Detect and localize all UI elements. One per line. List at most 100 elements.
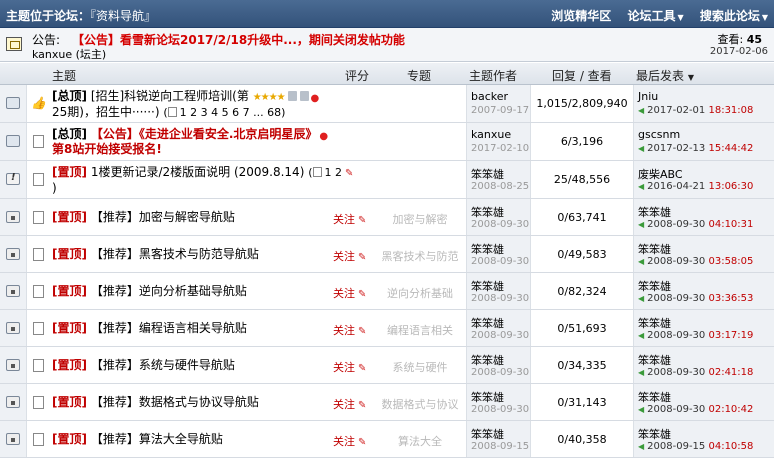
thread-status-cell: [0, 421, 27, 457]
thread-prefix: [总顶]: [52, 127, 87, 141]
thread-title-link[interactable]: 【公告】《走进企业看安全.北京启明星辰》: [91, 127, 318, 141]
last-post-user[interactable]: gscsnm: [638, 128, 680, 141]
thread-pages[interactable]: 1 2: [325, 166, 343, 179]
pin-icon: ✎: [358, 215, 367, 226]
goto-last-post-icon[interactable]: ◀: [638, 220, 644, 229]
follow-link[interactable]: 关注 ✎: [333, 248, 366, 264]
thread-author-cell: backer 2007-09-17: [466, 85, 531, 122]
thread-author[interactable]: 笨笨雄: [471, 389, 504, 405]
goto-last-post-icon[interactable]: ◀: [638, 106, 644, 115]
thread-author[interactable]: 笨笨雄: [471, 352, 504, 368]
last-post-user[interactable]: Jniu: [638, 90, 658, 103]
last-post-user[interactable]: 笨笨雄: [638, 278, 671, 294]
last-post-date: 2016-04-21: [647, 181, 706, 192]
goto-last-post-icon[interactable]: ◀: [638, 331, 644, 340]
follow-link[interactable]: 关注 ✎: [333, 285, 366, 301]
thread-title-link-cont[interactable]: ): [52, 181, 57, 195]
last-post-time: ◀ 2008-09-30 02:41:18: [638, 367, 753, 378]
locked-thread-icon: [6, 248, 20, 260]
goto-last-post-icon[interactable]: ◀: [638, 368, 644, 377]
last-post-user[interactable]: 笨笨雄: [638, 352, 671, 368]
thread-title-link[interactable]: 1楼更新记录/2楼版面说明 (2009.8.14): [91, 165, 305, 179]
thread-author-date: 2007-09-17: [471, 105, 530, 116]
thread-title-link[interactable]: 【推荐】加密与解密导航贴: [91, 210, 235, 224]
goto-last-post-icon[interactable]: ◀: [638, 442, 644, 451]
hot-icon: ●: [319, 131, 329, 142]
last-post-clock: 18:31:08: [708, 105, 754, 116]
last-post-user[interactable]: 笨笨雄: [638, 315, 671, 331]
last-post-user[interactable]: 笨笨雄: [638, 241, 671, 257]
thread-special[interactable]: 数据格式与协议: [374, 396, 466, 412]
thread-author-cell: 笨笨雄 2008-09-30: [466, 199, 531, 235]
thread-stats: 0/31,143: [557, 396, 607, 409]
thread-title-link[interactable]: 【推荐】黑客技术与防范导航贴: [91, 247, 259, 261]
search-forum-menu[interactable]: 搜索此论坛 ▼: [694, 9, 768, 23]
thread-title-link[interactable]: 【推荐】系统与硬件导航贴: [91, 358, 235, 372]
last-post-user[interactable]: 废柴ABC: [638, 166, 683, 182]
follow-label: 关注: [333, 213, 355, 226]
goto-last-post-icon[interactable]: ◀: [638, 144, 644, 153]
thread-pager: (1 2 3 4 5 6 7 ... 68): [163, 106, 286, 119]
col-stats[interactable]: 回复 / 查看: [552, 67, 612, 84]
thread-author[interactable]: 笨笨雄: [471, 315, 504, 331]
thread-mood-cell: [28, 199, 49, 235]
thread-author[interactable]: backer: [471, 90, 508, 103]
thread-title-link[interactable]: 【推荐】编程语言相关导航贴: [91, 321, 247, 335]
thread-author[interactable]: 笨笨雄: [471, 166, 504, 182]
follow-link[interactable]: 关注 ✎: [333, 322, 366, 338]
thread-title-link-cont[interactable]: 25期)，招生中······): [52, 105, 160, 119]
goto-last-post-icon[interactable]: ◀: [638, 182, 644, 191]
thread-title-link[interactable]: 【推荐】算法大全导航贴: [91, 432, 223, 446]
last-post-time: ◀ 2008-09-30 03:36:53: [638, 293, 753, 304]
announcement-row: 公告: 【公告】看雪新论坛2017/2/18升级中...，期间关闭发帖功能 ka…: [0, 28, 774, 62]
col-last-post[interactable]: 最后发表 ▼: [636, 67, 694, 84]
last-post-user[interactable]: 笨笨雄: [638, 204, 671, 220]
thread-status-cell: [0, 85, 27, 122]
last-post-user[interactable]: 笨笨雄: [638, 389, 671, 405]
thread-stats: 0/34,335: [557, 359, 607, 372]
last-post-time: ◀ 2017-02-01 18:31:08: [638, 105, 753, 116]
thread-special[interactable]: 编程语言相关: [374, 322, 466, 338]
follow-label: 关注: [333, 398, 355, 411]
thread-prefix: [置顶]: [52, 432, 87, 446]
last-post-user[interactable]: 笨笨雄: [638, 426, 671, 442]
table-row: [置顶] 【推荐】算法大全导航贴 关注 ✎ 算法大全 笨笨雄 2008-09-15 …: [0, 421, 774, 458]
thread-author[interactable]: 笨笨雄: [471, 204, 504, 220]
follow-link[interactable]: 关注 ✎: [333, 359, 366, 375]
thread-author[interactable]: kanxue: [471, 128, 511, 141]
follow-link[interactable]: 关注 ✎: [333, 211, 366, 227]
thread-special[interactable]: 系统与硬件: [374, 359, 466, 375]
thread-pages[interactable]: 1 2 3 4 5 6 7 ... 68: [180, 106, 281, 119]
goto-last-post-icon[interactable]: ◀: [638, 257, 644, 266]
thread-special[interactable]: 逆向分析基础: [374, 285, 466, 301]
follow-link[interactable]: 关注 ✎: [333, 396, 366, 412]
chevron-down-icon: ▼: [677, 13, 684, 22]
follow-link[interactable]: 关注 ✎: [333, 433, 366, 449]
thread-title-link[interactable]: 【推荐】数据格式与协议导航贴: [91, 395, 259, 409]
thread-stats: 6/3,196: [560, 135, 604, 148]
page-icon: [33, 173, 44, 186]
goto-last-post-icon[interactable]: ◀: [638, 294, 644, 303]
announcement-link[interactable]: 【公告】看雪新论坛2017/2/18升级中...，期间关闭发帖功能: [72, 31, 405, 48]
forum-tools-menu[interactable]: 论坛工具 ▼: [621, 9, 683, 23]
thread-title-link[interactable]: 【推荐】逆向分析基础导航贴: [91, 284, 247, 298]
col-rating[interactable]: 评分: [345, 67, 369, 84]
last-post-cell: 笨笨雄 ◀ 2008-09-30 03:58:05: [633, 236, 774, 272]
thread-author-cell: 笨笨雄 2008-09-30: [466, 273, 531, 309]
follow-label: 关注: [333, 250, 355, 263]
goto-last-post-icon[interactable]: ◀: [638, 405, 644, 414]
thread-special[interactable]: 算法大全: [374, 433, 466, 449]
page-icon: [33, 211, 44, 224]
thread-author[interactable]: 笨笨雄: [471, 426, 504, 442]
thread-author[interactable]: 笨笨雄: [471, 278, 504, 294]
digest-area-link[interactable]: 浏览精华区: [551, 9, 611, 23]
thread-title-link-cont[interactable]: 第8站开始接受报名!: [52, 142, 162, 156]
announcement-author[interactable]: kanxue (坛主): [32, 46, 106, 62]
thread-title-link[interactable]: [招生]科锐逆向工程师培训(第: [91, 89, 249, 103]
thread-author[interactable]: 笨笨雄: [471, 241, 504, 257]
col-author[interactable]: 主题作者: [469, 67, 517, 84]
thread-special[interactable]: 加密与解密: [374, 211, 466, 227]
forum-name-link[interactable]: 『资料导航』: [90, 9, 156, 23]
thread-special[interactable]: 黑客技术与防范: [374, 248, 466, 264]
thread-topic: [总顶] [招生]科锐逆向工程师培训(第 ★★★★ ● 25期)，招生中·····…: [52, 89, 464, 120]
